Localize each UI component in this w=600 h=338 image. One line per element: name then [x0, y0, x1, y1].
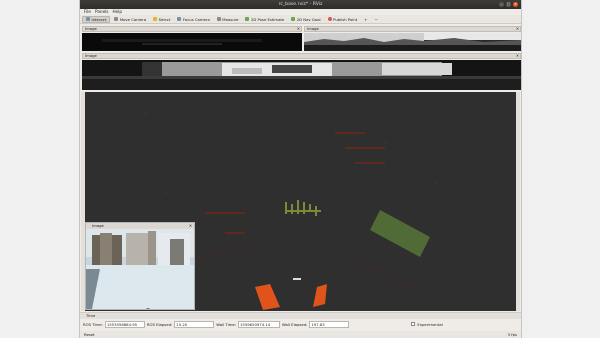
panel-close-icon[interactable]: ✕	[516, 27, 519, 31]
image-panel-left-header: Image ✕	[82, 26, 302, 32]
publish-point-icon	[327, 17, 332, 21]
time-panel: Time ROS Time: 1553556884.95 ROS Elapsed…	[80, 312, 521, 331]
wall-time-field[interactable]: 1559620974.14	[238, 320, 281, 328]
image-panel-main-header: Image ✕	[82, 53, 521, 59]
floating-image-header[interactable]: Image ✕	[86, 223, 194, 229]
wall-time-label: Wall Time:	[216, 321, 237, 327]
minimize-icon[interactable]: –	[499, 2, 504, 7]
floating-image-title: Image	[92, 223, 104, 228]
tool-focus-camera[interactable]: Focus Camera	[174, 16, 212, 23]
image-panel-main	[82, 60, 521, 90]
focus-camera-icon	[177, 17, 182, 21]
tool-2d-nav-goal[interactable]: 2D Nav Goal	[288, 16, 323, 23]
panel-close-icon[interactable]: ✕	[189, 223, 192, 229]
plus-icon: +	[364, 16, 368, 22]
experimental-label: Experimental	[417, 321, 443, 327]
image-panel-right-header: Image ✕	[304, 26, 521, 32]
wall-elapsed-field[interactable]: 197.83	[309, 320, 350, 328]
maximize-icon[interactable]: □	[506, 2, 511, 7]
tool-select[interactable]: Select	[150, 16, 173, 23]
wall-elapsed-label: Wall Elapsed:	[282, 321, 308, 327]
camera-image-floating	[86, 229, 194, 314]
image-panel-main-title: Image	[85, 53, 97, 58]
cursor-icon	[86, 17, 90, 21]
tool-publish-point[interactable]: Publish Point	[325, 16, 361, 23]
window-title: rc_base.rviz* - RViz	[278, 2, 323, 7]
ruler-icon	[216, 17, 221, 21]
minus-icon: −	[374, 16, 378, 22]
experimental-checkbox[interactable]	[411, 322, 416, 326]
camera-image-right	[304, 33, 521, 51]
tool-move-camera[interactable]: Move Camera	[111, 16, 149, 23]
add-tool-button[interactable]: +	[361, 16, 370, 23]
reset-button[interactable]: Reset	[84, 332, 95, 337]
panel-close-icon[interactable]: ✕	[297, 27, 300, 31]
right-scrollbar[interactable]	[516, 92, 520, 311]
tool-2d-pose-estimate[interactable]: 2D Pose Estimate	[242, 16, 287, 23]
floating-image-window[interactable]: Image ✕	[85, 222, 195, 314]
pose-estimate-icon	[245, 17, 250, 21]
ros-time-label: ROS Time:	[83, 321, 103, 327]
select-icon	[153, 17, 158, 21]
image-panel-right	[304, 33, 521, 51]
close-icon[interactable]: ×	[513, 2, 518, 7]
tool-bar: Interact Move Camera Select Focus Camera…	[80, 15, 521, 24]
status-bar: Reset 3 fps	[80, 331, 521, 338]
tool-interact[interactable]: Interact	[82, 15, 111, 23]
fps-readout: 3 fps	[507, 332, 517, 337]
camera-image-left	[82, 33, 302, 51]
image-panel-left	[82, 33, 302, 51]
tool-measure[interactable]: Measure	[214, 16, 242, 23]
title-bar: rc_base.rviz* - RViz – □ ×	[80, 0, 521, 9]
camera-image-main	[82, 60, 521, 90]
ros-elapsed-label: ROS Elapsed:	[146, 321, 173, 327]
nav-goal-icon	[291, 17, 296, 21]
ros-elapsed-field[interactable]: 15.20	[174, 320, 215, 328]
image-panel-right-title: Image	[307, 26, 319, 31]
image-panel-left-title: Image	[85, 26, 97, 31]
remove-tool-button[interactable]: −	[371, 16, 380, 23]
ros-time-field[interactable]: 1553556884.95	[104, 320, 145, 328]
move-camera-icon	[114, 17, 119, 21]
panel-close-icon[interactable]: ✕	[516, 54, 519, 58]
